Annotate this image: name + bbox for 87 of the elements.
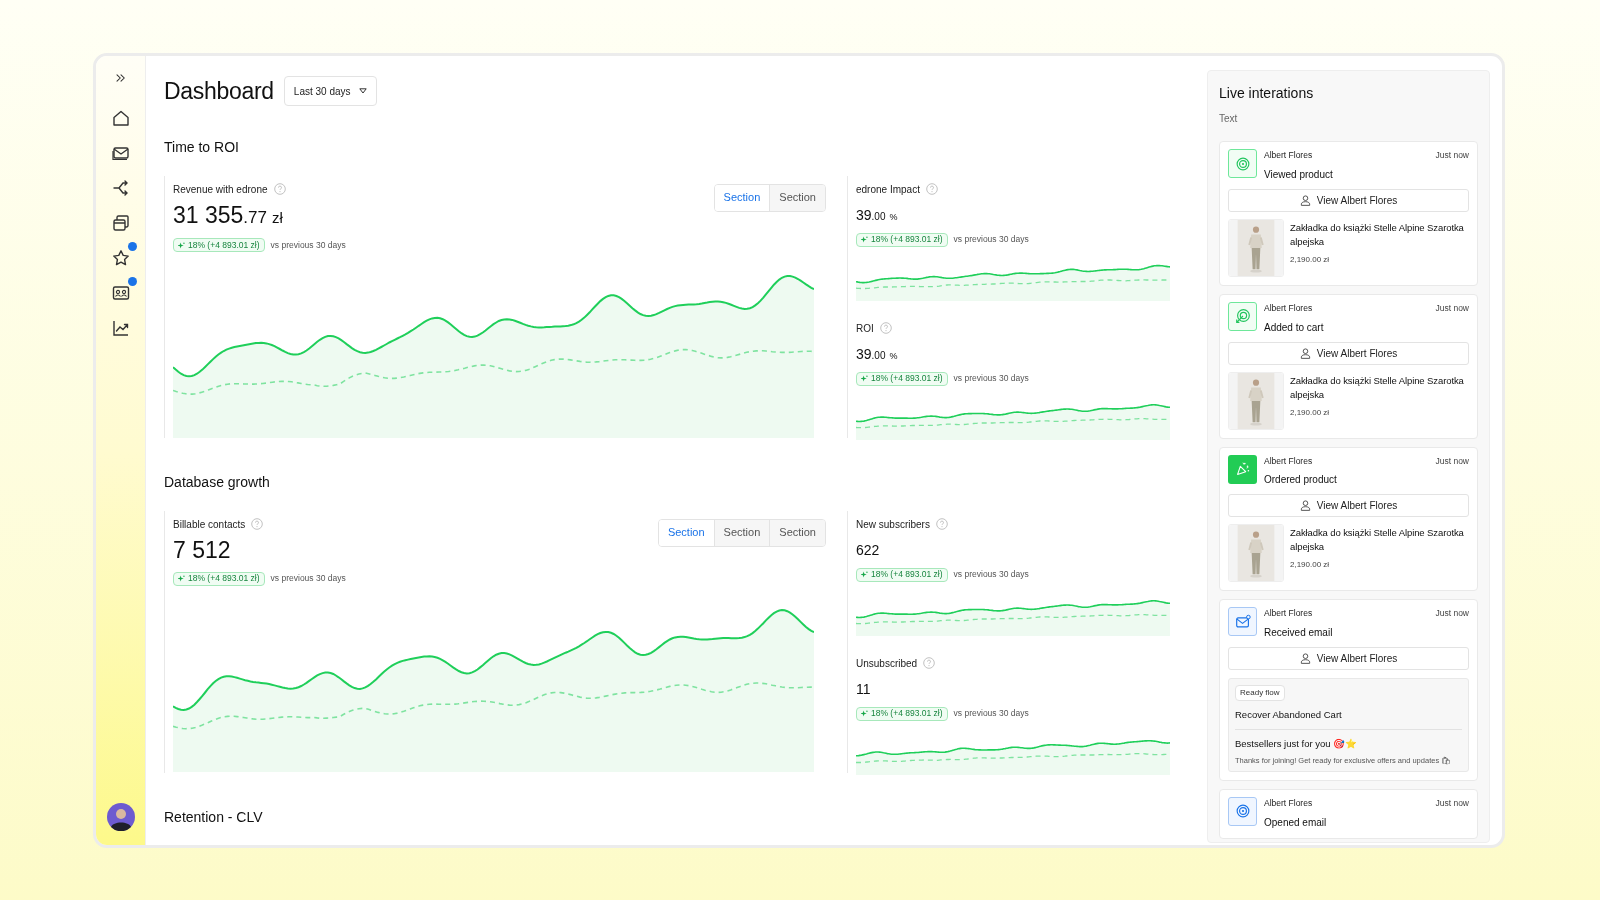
change-badge: 18% (+4 893.01 zł) xyxy=(856,232,948,247)
section-title: Time to ROI xyxy=(164,137,240,157)
event-action: Added to cart xyxy=(1264,320,1325,335)
comparison-text: vs previous 30 days xyxy=(953,233,1029,246)
sparkle-icon xyxy=(861,236,868,243)
sparkle-icon xyxy=(178,575,185,582)
star-icon[interactable] xyxy=(110,248,131,268)
section-tab[interactable]: Section xyxy=(769,519,825,546)
metric-decimals: .00 xyxy=(871,348,886,363)
view-contact-button[interactable]: View Albert Flores xyxy=(1228,341,1469,365)
event-time: Just now xyxy=(1435,454,1469,468)
contact-name: Albert Flores xyxy=(1264,454,1313,468)
avatar[interactable] xyxy=(106,803,135,831)
contact-name: Albert Flores xyxy=(1264,301,1313,315)
mail-icon xyxy=(1233,612,1252,631)
product-name: Zakładka do książki Stelle Alpine Szarotka alpejska xyxy=(1290,373,1465,402)
change-badge: 18% (+4 893.01 zł) xyxy=(856,567,948,582)
change-badge: 18% (+4 893.01 zł) xyxy=(173,571,265,586)
event-action: Received email xyxy=(1264,626,1334,640)
event-time: Just now xyxy=(1435,149,1469,162)
metric-decimals: .77 xyxy=(243,207,267,229)
flow-name: Recover Abandoned Cart xyxy=(1235,708,1343,722)
product-name: Zakładka do książki Stelle Alpine Szarotka alpejska xyxy=(1290,526,1465,555)
metric-label: Revenue with edrone xyxy=(173,182,268,197)
comparison-text: vs previous 30 days xyxy=(270,572,346,585)
comparison-text: vs previous 30 days xyxy=(953,568,1029,581)
user-icon xyxy=(1299,653,1311,664)
sparkle-icon xyxy=(861,710,868,717)
contact-name: Albert Flores xyxy=(1264,796,1313,810)
event-action: Viewed product xyxy=(1264,167,1334,182)
section-title: Database growth xyxy=(164,472,271,492)
product-price: 2,190.00 zł xyxy=(1290,253,1331,266)
windows-icon[interactable] xyxy=(110,213,131,233)
section-title: Retention - CLV xyxy=(164,807,264,827)
view-contact-button[interactable]: View Albert Flores xyxy=(1228,494,1469,518)
metric-value: 39 xyxy=(856,344,872,364)
change-badge: 18% (+4 893.01 zł) xyxy=(856,371,948,386)
comparison-text: vs previous 30 days xyxy=(953,372,1029,385)
section-tab[interactable]: Section xyxy=(769,184,825,211)
sparkle-icon xyxy=(861,375,868,382)
metric-label: Billable contacts xyxy=(173,517,246,532)
metric-unit: % xyxy=(889,349,898,363)
product-name: Zakładka do książki Stelle Alpine Szarotka alpejska xyxy=(1290,220,1465,249)
product-price: 2,190.00 zł xyxy=(1290,406,1331,419)
event-time: Just now xyxy=(1435,607,1469,620)
period-dropdown[interactable]: Last 30 days xyxy=(283,76,377,107)
event-time: Just now xyxy=(1435,301,1469,315)
chart-icon[interactable] xyxy=(110,318,131,338)
panel-subtitle: Text xyxy=(1219,112,1239,126)
event-action: Opened email xyxy=(1264,815,1328,830)
metric-value: 622 xyxy=(856,540,880,560)
contact-card-icon[interactable] xyxy=(110,283,131,303)
metric-value: 11 xyxy=(856,679,871,699)
section-tab[interactable]: Section xyxy=(713,519,770,546)
contact-name: Albert Flores xyxy=(1264,149,1313,162)
metric-label: ROI xyxy=(856,321,874,336)
contact-name: Albert Flores xyxy=(1264,607,1313,620)
metric-label: New subscribers xyxy=(856,517,930,532)
comparison-text: vs previous 30 days xyxy=(953,707,1029,720)
share-icon[interactable] xyxy=(110,178,131,198)
metric-unit: % xyxy=(889,210,898,224)
metric-value: 7 512 xyxy=(173,535,231,564)
flow-tag: Ready flow xyxy=(1235,685,1285,701)
caret-icon xyxy=(358,88,367,95)
metric-decimals: .00 xyxy=(871,209,886,224)
metric-value: 39 xyxy=(856,205,872,225)
page-title: Dashboard xyxy=(164,77,274,106)
metric-label: Unsubscribed xyxy=(856,656,918,671)
user-icon xyxy=(1299,194,1311,206)
metric-value: 31 355 xyxy=(173,200,244,229)
event-action: Ordered product xyxy=(1264,473,1338,488)
email-subject: Bestsellers just for you 🎯⭐ xyxy=(1235,737,1359,752)
user-icon xyxy=(1299,347,1311,359)
sparkle-icon xyxy=(178,241,185,249)
change-badge: 18% (+4 893.01 zł) xyxy=(173,238,265,252)
change-badge: 18% (+4 893.01 zł) xyxy=(856,706,948,721)
event-time: Just now xyxy=(1435,796,1469,810)
sparkle-icon xyxy=(861,571,868,578)
home-icon[interactable] xyxy=(110,108,131,128)
user-icon xyxy=(1299,500,1311,512)
metric-label: edrone Impact xyxy=(856,182,920,197)
comparison-text: vs previous 30 days xyxy=(270,238,346,252)
metric-unit: zł xyxy=(272,207,283,228)
view-contact-button[interactable]: View Albert Flores xyxy=(1228,647,1469,670)
panel-title: Live interations xyxy=(1219,84,1315,103)
view-contact-button[interactable]: View Albert Flores xyxy=(1228,188,1469,212)
product-price: 2,190.00 zł xyxy=(1290,559,1331,572)
